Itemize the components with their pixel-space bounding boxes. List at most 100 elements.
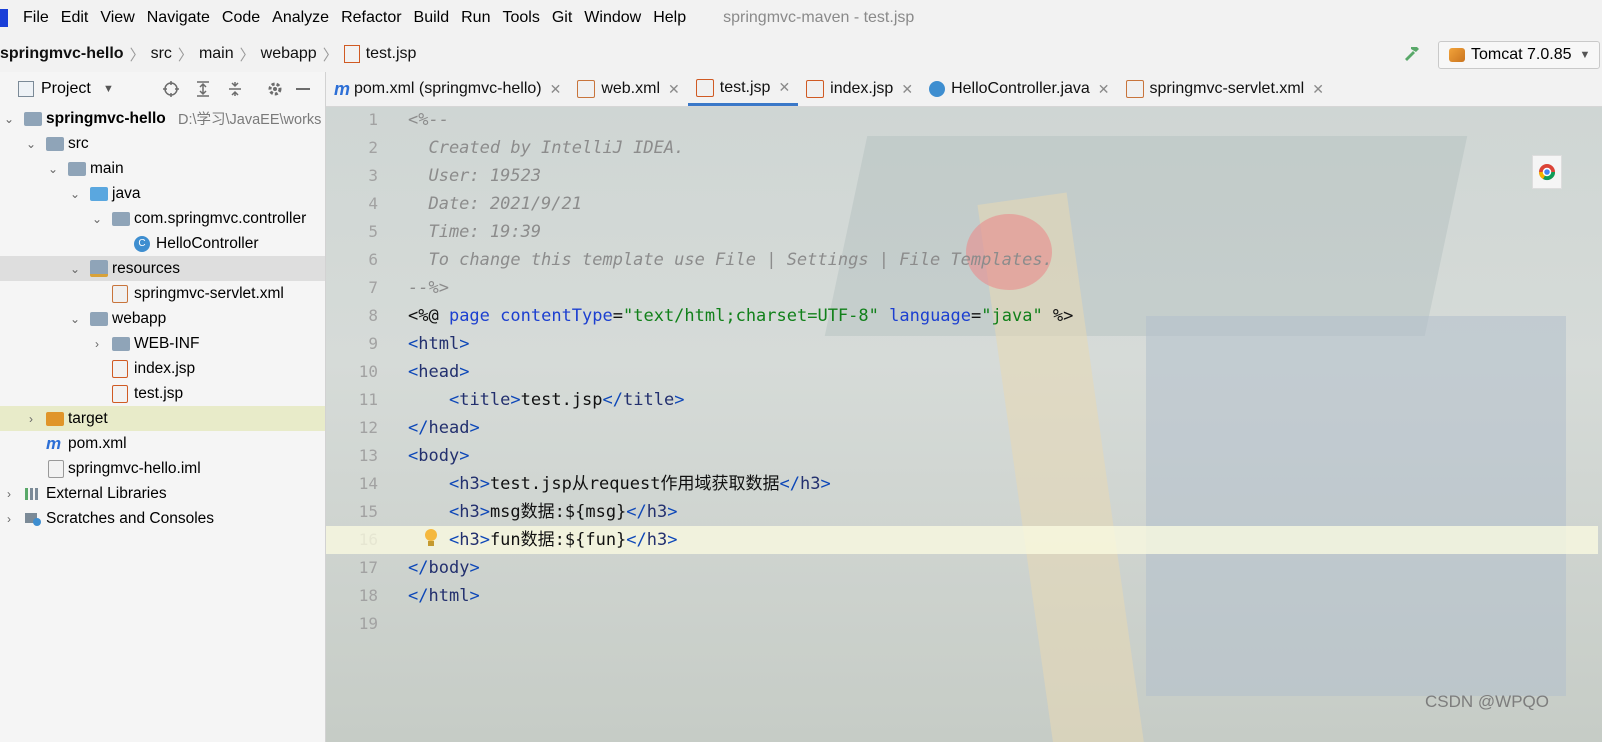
resources-folder-icon — [90, 260, 108, 277]
project-view-icon — [18, 81, 34, 97]
menu-refactor[interactable]: Refactor — [341, 9, 401, 27]
tree-item-resources[interactable]: ⌄ resources — [0, 256, 325, 281]
code-line[interactable]: Date: 2021/9/21 — [408, 190, 582, 218]
breadcrumb-project[interactable]: springmvc-hello — [0, 45, 124, 63]
tree-item-webapp[interactable]: ⌄ webapp — [0, 306, 325, 331]
chevron-down-icon[interactable]: ⌄ — [70, 188, 80, 200]
tab-web-xml[interactable]: web.xml ✕ — [569, 72, 687, 106]
code-line[interactable]: </body> — [408, 554, 480, 582]
code-line[interactable]: User: 19523 — [408, 162, 541, 190]
chevron-down-icon[interactable]: ⌄ — [70, 263, 80, 275]
close-icon[interactable]: ✕ — [901, 81, 913, 98]
close-icon[interactable]: ✕ — [550, 81, 562, 98]
line-number: 9 — [368, 334, 378, 353]
chevron-down-icon[interactable]: ⌄ — [4, 113, 14, 125]
code-line[interactable]: Created by IntelliJ IDEA. — [408, 134, 684, 162]
tab-pom-xml[interactable]: m pom.xml (springmvc-hello) ✕ — [326, 72, 569, 106]
code-line[interactable]: <%-- — [408, 106, 449, 134]
chevron-right-icon[interactable]: › — [4, 488, 14, 500]
chevron-down-icon[interactable]: ⌄ — [26, 138, 36, 150]
line-number: 12 — [358, 418, 378, 437]
tree-item-label: pom.xml — [68, 434, 127, 452]
code-line[interactable]: </html> — [408, 582, 480, 610]
tab-index-jsp[interactable]: index.jsp ✕ — [798, 72, 921, 106]
tab-label: test.jsp — [719, 78, 771, 96]
menu-bar: File Edit View Navigate Code Analyze Ref… — [0, 0, 1602, 36]
tree-item-java[interactable]: ⌄ java — [0, 181, 325, 206]
close-icon[interactable]: ✕ — [778, 79, 790, 96]
tree-item-main[interactable]: ⌄ main — [0, 156, 325, 181]
hide-panel-icon[interactable] — [296, 88, 310, 90]
tree-item-src[interactable]: ⌄ src — [0, 131, 325, 156]
run-configuration-select[interactable]: Tomcat 7.0.85 ▼ — [1438, 41, 1600, 69]
expand-all-icon[interactable] — [194, 80, 212, 98]
menu-build[interactable]: Build — [414, 9, 450, 27]
gear-icon[interactable] — [266, 80, 284, 98]
code-line[interactable]: --%> — [408, 274, 449, 302]
chevron-down-icon[interactable]: ⌄ — [70, 313, 80, 325]
jsp-file-icon — [112, 384, 128, 403]
breadcrumb-webapp[interactable]: webapp — [261, 45, 317, 63]
chevron-right-icon[interactable]: › — [26, 413, 36, 425]
close-icon[interactable]: ✕ — [1312, 81, 1324, 98]
code-line[interactable]: Time: 19:39 — [408, 218, 541, 246]
code-line[interactable]: To change this template use File | Setti… — [408, 246, 1052, 274]
tab-test-jsp[interactable]: test.jsp ✕ — [687, 72, 799, 106]
menu-help[interactable]: Help — [653, 9, 686, 27]
tree-item-scratches[interactable]: › Scratches and Consoles — [0, 506, 325, 531]
intention-bulb-icon[interactable] — [424, 528, 438, 548]
menu-edit[interactable]: Edit — [61, 9, 89, 27]
tree-item-label: test.jsp — [134, 384, 184, 402]
code-line[interactable]: </head> — [408, 414, 480, 442]
code-line[interactable]: <h3>fun数据:${fun}</h3> — [326, 526, 1598, 554]
chevron-down-icon[interactable]: ▼ — [103, 83, 114, 95]
chevron-down-icon[interactable]: ⌄ — [48, 163, 58, 175]
menu-navigate[interactable]: Navigate — [147, 9, 210, 27]
tab-hellocontroller[interactable]: HelloController.java ✕ — [921, 72, 1117, 106]
libraries-icon — [25, 487, 38, 500]
code-line[interactable]: <%@ page contentType="text/html;charset=… — [408, 302, 1073, 330]
project-panel-title[interactable]: Project — [41, 80, 91, 98]
package-icon — [112, 211, 130, 226]
build-hammer-icon[interactable] — [1402, 44, 1420, 62]
tree-item-web-inf[interactable]: › WEB-INF — [0, 331, 325, 356]
tree-item-servlet-xml[interactable]: springmvc-servlet.xml — [0, 281, 325, 306]
tree-item-test-jsp[interactable]: test.jsp — [0, 381, 325, 406]
code-line[interactable]: <body> — [408, 442, 469, 470]
tree-item-external-libraries[interactable]: › External Libraries — [0, 481, 325, 506]
tree-item-pom-xml[interactable]: m pom.xml — [0, 431, 325, 456]
chevron-down-icon[interactable]: ⌄ — [92, 213, 102, 225]
menu-view[interactable]: View — [100, 9, 134, 27]
code-line[interactable]: <html> — [408, 330, 469, 358]
menu-run[interactable]: Run — [461, 9, 490, 27]
code-line[interactable]: <title>test.jsp</title> — [408, 386, 685, 414]
breadcrumb-file[interactable]: test.jsp — [366, 45, 417, 63]
breadcrumb-src[interactable]: src — [151, 45, 172, 63]
code-line[interactable]: <h3>msg数据:${msg}</h3> — [408, 498, 678, 526]
tree-item-root[interactable]: ⌄ springmvc-hello D:\学习\JavaEE\works — [0, 106, 325, 131]
code-line[interactable]: <head> — [408, 358, 469, 386]
menu-file[interactable]: File — [23, 9, 49, 27]
breadcrumb-main[interactable]: main — [199, 45, 234, 63]
intellij-app-icon[interactable] — [0, 9, 8, 27]
collapse-all-icon[interactable] — [226, 80, 244, 98]
menu-window[interactable]: Window — [584, 9, 641, 27]
maven-icon: m — [46, 433, 62, 453]
locate-file-icon[interactable] — [162, 80, 180, 98]
open-in-browser-button[interactable] — [1532, 155, 1562, 189]
menu-code[interactable]: Code — [222, 9, 260, 27]
code-line[interactable]: <h3>test.jsp从request作用域获取数据</h3> — [408, 470, 831, 498]
tree-item-package[interactable]: ⌄ com.springmvc.controller — [0, 206, 325, 231]
close-icon[interactable]: ✕ — [1098, 81, 1110, 98]
menu-analyze[interactable]: Analyze — [272, 9, 329, 27]
tree-item-index-jsp[interactable]: index.jsp — [0, 356, 325, 381]
chevron-right-icon[interactable]: › — [4, 513, 14, 525]
tree-item-iml[interactable]: springmvc-hello.iml — [0, 456, 325, 481]
tab-springmvc-servlet-xml[interactable]: springmvc-servlet.xml ✕ — [1118, 72, 1332, 106]
close-icon[interactable]: ✕ — [668, 81, 680, 98]
tree-item-hellocontroller[interactable]: C HelloController — [0, 231, 325, 256]
menu-git[interactable]: Git — [552, 9, 572, 27]
tree-item-target[interactable]: › target — [0, 406, 325, 431]
chevron-right-icon[interactable]: › — [92, 338, 102, 350]
menu-tools[interactable]: Tools — [502, 9, 539, 27]
